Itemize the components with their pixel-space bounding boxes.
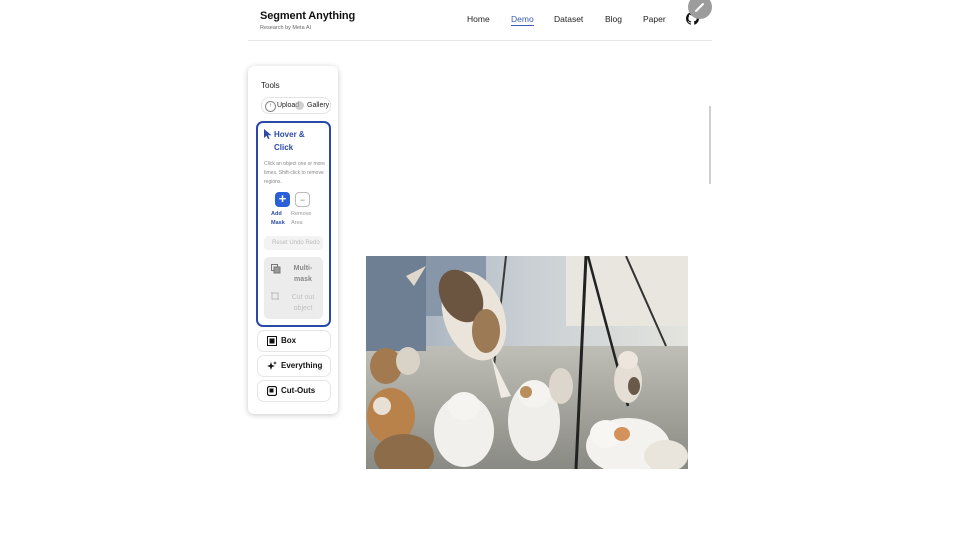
- mouse-cursor-icon: [295, 101, 304, 110]
- box-tool[interactable]: Box: [257, 330, 331, 352]
- cut-outs-label: Cut-Outs: [281, 386, 316, 395]
- reset-undo-redo[interactable]: Reset Undo Redo: [264, 236, 323, 250]
- box-label: Box: [281, 336, 297, 345]
- multi-mask-toggle[interactable]: Multi-mask: [288, 263, 318, 285]
- cut-outs-tool[interactable]: Cut-Outs: [257, 380, 331, 402]
- cats-photo: [366, 256, 688, 469]
- cut-out-object-button[interactable]: Cut out object: [288, 292, 318, 314]
- gallery-button[interactable]: Gallery: [307, 102, 329, 109]
- scrollbar[interactable]: [709, 106, 711, 184]
- upload-arrow-icon[interactable]: ↑: [265, 100, 276, 112]
- remove-area-label: Remove Area: [291, 211, 312, 226]
- nav-dataset[interactable]: Dataset: [554, 14, 583, 24]
- hover-click-tool[interactable]: Hover & Click Click an object one or mor…: [256, 121, 331, 327]
- brand-subtitle: Research by Meta AI: [260, 25, 312, 31]
- plus-icon: +: [278, 191, 287, 206]
- tools-panel: Tools ↑ Upload Gallery Hover & Click Cli…: [248, 66, 338, 414]
- edit-pencil-badge[interactable]: [688, 0, 712, 19]
- mask-options-box: Multi-mask Cut out object: [264, 257, 323, 319]
- cut-out-icon: [271, 292, 279, 300]
- everything-label: Everything: [281, 361, 323, 370]
- everything-tool[interactable]: Everything: [257, 355, 331, 377]
- pointer-icon: [264, 129, 272, 139]
- hover-click-title: Hover & Click: [274, 130, 305, 152]
- upload-gallery-row: ↑ Upload Gallery: [261, 97, 331, 114]
- nav-paper[interactable]: Paper: [643, 14, 666, 24]
- add-mask-button[interactable]: +: [275, 192, 290, 207]
- brand-title[interactable]: Segment Anything: [260, 10, 355, 22]
- pencil-icon: [695, 3, 704, 12]
- remove-area-button[interactable]: −: [295, 192, 310, 207]
- top-header: Segment Anything Research by Meta AI Hom…: [248, 0, 712, 41]
- minus-icon: −: [299, 195, 306, 205]
- nav-blog[interactable]: Blog: [605, 14, 622, 24]
- cut-outs-icon: [267, 386, 277, 396]
- hover-click-description: Click an object one or more times. Shift…: [264, 161, 325, 185]
- nav-demo[interactable]: Demo: [511, 14, 534, 26]
- sparkle-icon: [267, 361, 277, 370]
- image-canvas[interactable]: [366, 256, 688, 469]
- tools-title: Tools: [261, 81, 280, 90]
- multi-mask-icon: [271, 264, 281, 274]
- add-mask-label: Add Mask: [271, 211, 285, 226]
- box-icon: [267, 336, 277, 346]
- nav-home[interactable]: Home: [467, 14, 490, 24]
